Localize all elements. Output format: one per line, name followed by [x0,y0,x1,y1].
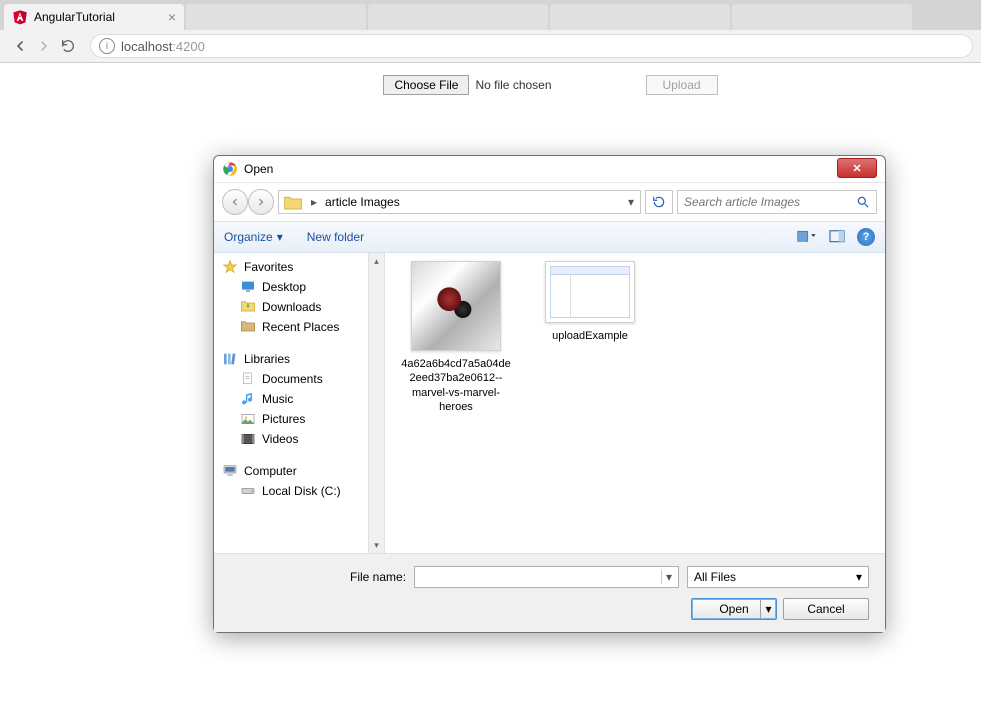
videos-icon [240,431,256,447]
chevron-down-icon[interactable]: ▾ [661,570,672,584]
dialog-toolbar: Organize ▾ New folder ? [214,221,885,253]
sidebar-item-music[interactable]: Music [214,389,368,409]
dialog-forward-button[interactable] [248,189,274,215]
dialog-close-button[interactable]: ✕ [837,158,877,178]
sidebar-favorites-header[interactable]: Favorites [214,257,368,277]
preview-pane-button[interactable] [829,230,845,244]
angular-icon [12,9,28,25]
dialog-sidebar: Favorites Desktop Downloads Recent Place… [214,253,369,553]
back-button[interactable] [8,34,32,58]
breadcrumb[interactable]: ▸ article Images ▾ [278,190,641,214]
file-item[interactable]: 4a62a6b4cd7a5a04de2eed37ba2e0612--marvel… [401,261,511,414]
music-icon [240,391,256,407]
disk-icon [240,483,256,499]
file-name-label: uploadExample [535,329,645,343]
reload-button[interactable] [56,34,80,58]
file-filter-select[interactable]: All Files ▾ [687,566,869,588]
sidebar-item-documents[interactable]: Documents [214,369,368,389]
choose-file-button[interactable]: Choose File [383,75,469,95]
scroll-down-icon[interactable]: ▾ [369,537,384,553]
filename-combobox[interactable]: ▾ [414,566,679,588]
file-open-dialog: Open ✕ ▸ article Images ▾ [213,155,886,633]
file-status-text: No file chosen [475,78,551,92]
nav-bar: i localhost:4200 [0,30,981,62]
browser-tab-active[interactable]: AngularTutorial × [4,4,184,30]
cancel-button[interactable]: Cancel [783,598,869,620]
dialog-search-input[interactable] [684,195,856,209]
sidebar-libraries-header[interactable]: Libraries [214,349,368,369]
filename-label: File name: [350,570,406,584]
page-content: Choose File No file chosen Upload [0,63,981,107]
sidebar-item-videos[interactable]: Videos [214,429,368,449]
browser-tab-inactive[interactable] [550,4,730,30]
file-thumbnail [545,261,635,323]
breadcrumb-dropdown-icon[interactable]: ▾ [622,195,640,209]
breadcrumb-item[interactable]: article Images [321,195,404,209]
new-folder-button[interactable]: New folder [307,230,364,244]
url-port: :4200 [172,39,205,54]
upload-row: Choose File No file chosen Upload [132,75,969,95]
dialog-footer: File name: ▾ All Files ▾ Open ▾ Cancel [214,553,885,632]
filename-input[interactable] [421,570,661,585]
browser-tab-inactive[interactable] [368,4,548,30]
chevron-right-icon[interactable]: ▸ [307,195,321,209]
url-host: localhost [121,39,172,54]
sidebar-item-desktop[interactable]: Desktop [214,277,368,297]
folder-icon [283,194,303,210]
documents-icon [240,371,256,387]
downloads-icon [240,299,256,315]
file-area[interactable]: 4a62a6b4cd7a5a04de2eed37ba2e0612--marvel… [385,253,885,553]
path-row: ▸ article Images ▾ [214,183,885,221]
open-split-dropdown[interactable]: ▾ [760,599,776,619]
browser-chrome: AngularTutorial × i localhost:4200 [0,0,981,63]
dialog-refresh-button[interactable] [645,190,673,214]
scroll-up-icon[interactable]: ▴ [369,253,384,269]
open-button[interactable]: Open ▾ [691,598,777,620]
help-icon[interactable]: ? [857,228,875,246]
sidebar-item-downloads[interactable]: Downloads [214,297,368,317]
recent-icon [240,319,256,335]
browser-tab-inactive[interactable] [186,4,366,30]
dialog-search-box[interactable] [677,190,877,214]
file-item[interactable]: uploadExample [535,261,645,343]
browser-tab-inactive[interactable] [732,4,912,30]
upload-button[interactable]: Upload [646,75,718,95]
url-bar[interactable]: i localhost:4200 [90,34,973,58]
search-icon[interactable] [856,195,870,209]
dialog-body: Favorites Desktop Downloads Recent Place… [214,253,885,553]
chrome-icon [222,161,238,177]
tab-title: AngularTutorial [34,10,160,24]
pictures-icon [240,411,256,427]
sidebar-item-local-disk[interactable]: Local Disk (C:) [214,481,368,501]
sidebar-scrollbar[interactable]: ▴ ▾ [369,253,385,553]
file-thumbnail [411,261,501,351]
view-mode-button[interactable] [797,230,817,244]
desktop-icon [240,279,256,295]
file-name-label: 4a62a6b4cd7a5a04de2eed37ba2e0612--marvel… [401,357,511,414]
star-icon [222,259,238,275]
dialog-title: Open [244,162,837,176]
tab-bar: AngularTutorial × [0,0,981,30]
dialog-back-button[interactable] [222,189,248,215]
dialog-titlebar[interactable]: Open ✕ [214,156,885,183]
organize-menu[interactable]: Organize ▾ [224,230,283,244]
sidebar-computer-header[interactable]: Computer [214,461,368,481]
sidebar-item-recent[interactable]: Recent Places [214,317,368,337]
sidebar-item-pictures[interactable]: Pictures [214,409,368,429]
tab-close-icon[interactable]: × [168,9,176,25]
chevron-down-icon: ▾ [277,230,283,244]
chevron-down-icon: ▾ [856,570,862,584]
computer-icon [222,463,238,479]
libraries-icon [222,351,238,367]
forward-button[interactable] [32,34,56,58]
info-icon[interactable]: i [99,38,115,54]
